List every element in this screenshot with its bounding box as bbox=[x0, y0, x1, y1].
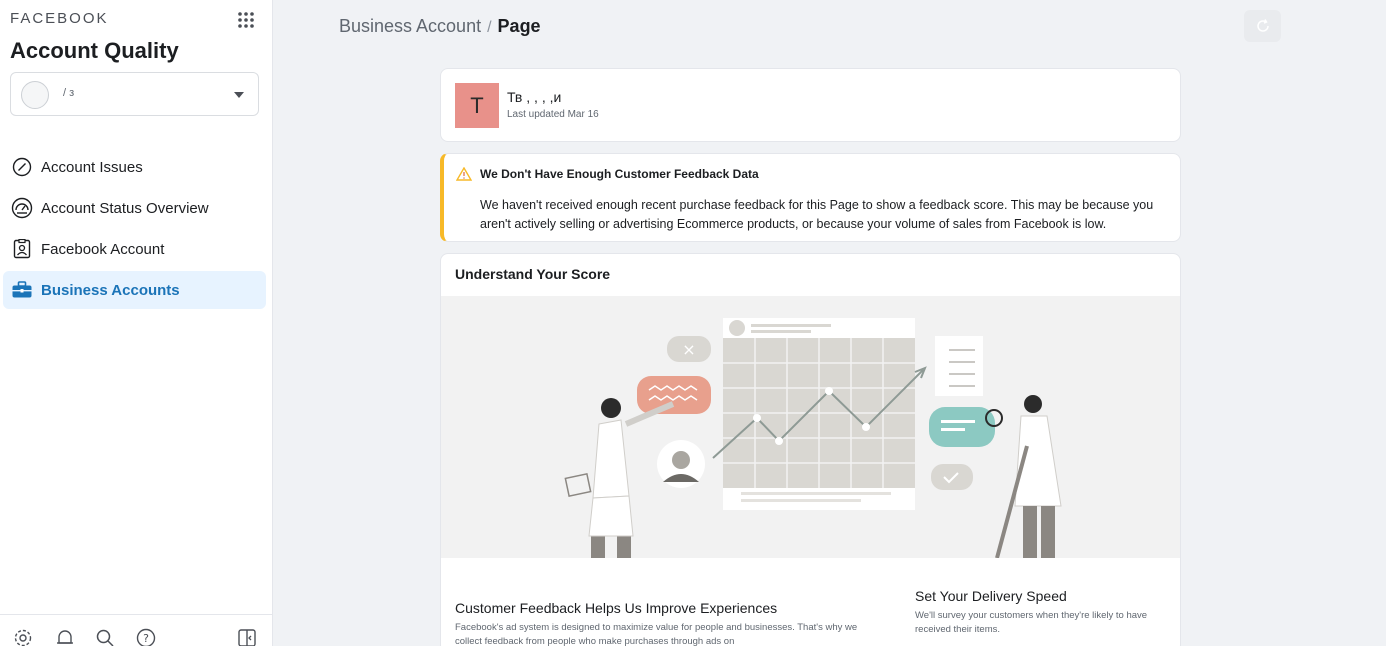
apps-grid-icon[interactable] bbox=[236, 10, 256, 30]
feedback-warning-banner: We Don't Have Enough Customer Feedback D… bbox=[440, 153, 1181, 242]
sidebar-item-facebook-account[interactable]: Facebook Account bbox=[3, 230, 266, 268]
feedback-info-text: Facebook's ad system is designed to maxi… bbox=[455, 622, 858, 646]
account-selector[interactable]: / з bbox=[10, 72, 259, 116]
page-card: T Тв , , , ,и Last updated Mar 16 bbox=[440, 68, 1181, 142]
sidebar-item-account-issues[interactable]: Account Issues bbox=[3, 148, 266, 186]
sidebar: FACEBOOK Account Quality / з Account Iss… bbox=[0, 0, 273, 646]
warning-text: We haven't received enough recent purcha… bbox=[480, 198, 1154, 231]
refresh-button[interactable] bbox=[1244, 10, 1281, 42]
page-avatar: T bbox=[455, 83, 499, 128]
help-icon[interactable]: ? bbox=[135, 627, 157, 646]
sidebar-item-business-accounts[interactable]: Business Accounts bbox=[3, 271, 266, 309]
caret-down-icon bbox=[234, 92, 244, 98]
delivery-speed-text: We'll survey your customers when they're… bbox=[915, 610, 1148, 635]
refresh-icon bbox=[1256, 19, 1269, 32]
warning-title: We Don't Have Enough Customer Feedback D… bbox=[480, 167, 759, 181]
slash-circle-icon bbox=[11, 156, 33, 178]
breadcrumb-parent[interactable]: Business Account bbox=[339, 16, 481, 36]
sidebar-nav: Account Issues Account Status Overview F… bbox=[3, 148, 266, 312]
delivery-speed-heading: Set Your Delivery Speed bbox=[915, 588, 1067, 604]
understand-score-card: Understand Your Score × Customer Feedbac… bbox=[440, 253, 1181, 646]
sidebar-item-label: Facebook Account bbox=[41, 240, 165, 258]
breadcrumb-separator: / bbox=[487, 19, 492, 36]
delivery-speed-section: Set Your Delivery Speed We'll survey you… bbox=[915, 588, 1165, 637]
account-avatar bbox=[21, 81, 49, 109]
briefcase-icon bbox=[11, 279, 33, 301]
feedback-illustration: × bbox=[441, 296, 1180, 568]
sidebar-item-account-status-overview[interactable]: Account Status Overview bbox=[3, 189, 266, 227]
facebook-logo: FACEBOOK bbox=[10, 10, 109, 27]
breadcrumb: Business Account / Page bbox=[339, 16, 541, 37]
score-card-title: Understand Your Score bbox=[455, 266, 611, 282]
sidebar-item-label: Account Status Overview bbox=[41, 199, 209, 217]
warning-icon bbox=[456, 167, 472, 181]
collapse-panel-icon[interactable] bbox=[236, 627, 258, 646]
svg-text:×: × bbox=[682, 340, 695, 359]
svg-text:?: ? bbox=[143, 632, 149, 645]
sidebar-item-label: Business Accounts bbox=[41, 281, 180, 299]
speedometer-icon bbox=[11, 197, 33, 219]
page-last-updated: Last updated Mar 16 bbox=[507, 109, 599, 120]
feedback-info-heading: Customer Feedback Helps Us Improve Exper… bbox=[455, 600, 778, 616]
breadcrumb-current: Page bbox=[497, 16, 541, 36]
account-name: / з bbox=[63, 87, 75, 99]
settings-icon[interactable] bbox=[12, 627, 34, 646]
sidebar-item-label: Account Issues bbox=[41, 158, 143, 176]
id-badge-icon bbox=[11, 238, 33, 260]
page-name[interactable]: Тв , , , ,и bbox=[507, 89, 561, 105]
app-title: Account Quality bbox=[10, 38, 179, 63]
search-icon[interactable] bbox=[94, 627, 116, 646]
feedback-info-section: Customer Feedback Helps Us Improve Exper… bbox=[455, 600, 865, 646]
bell-icon[interactable] bbox=[54, 627, 76, 646]
sidebar-footer: ? bbox=[0, 614, 273, 646]
